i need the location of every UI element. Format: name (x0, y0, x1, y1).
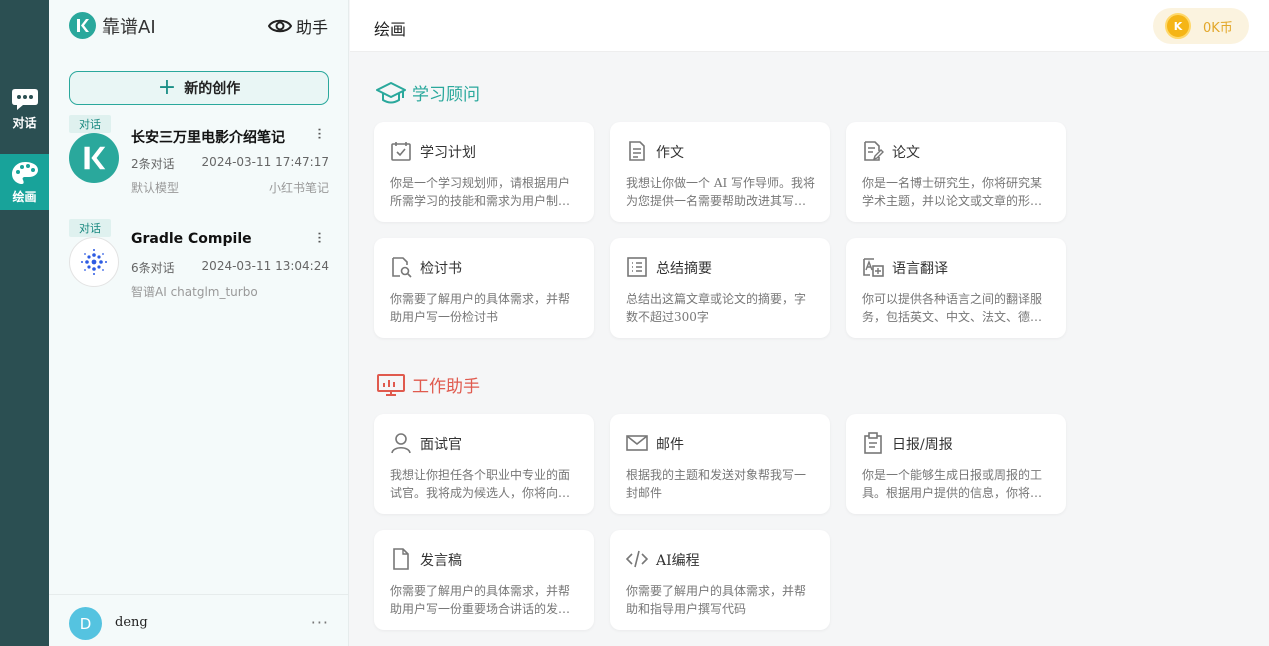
card-title: AI编程 (656, 553, 700, 569)
rail-item-painting[interactable]: 绘画 (0, 154, 49, 210)
card-speech[interactable]: 发言稿 你需要了解用户的具体需求，并帮助用户写一份重要场合讲话的发言稿 (374, 530, 594, 630)
code-icon (626, 550, 648, 568)
coin-balance[interactable]: K 0K币 (1153, 8, 1249, 44)
card-email[interactable]: 邮件 根据我的主题和发送对象帮我写一封邮件 (610, 414, 830, 514)
document-edit-icon (864, 141, 884, 161)
card-title: 总结摘要 (656, 261, 712, 277)
card-ai-coding[interactable]: AI编程 你需要了解用户的具体需求，并帮助和指导用户撰写代码 (610, 530, 830, 630)
card-description: 你是一个能够生成日报或周报的工具。根据用户提供的信息，你将生成报告 (862, 468, 1043, 500)
clipboard-icon (864, 432, 882, 454)
coin-icon: K (1165, 13, 1191, 39)
card-description: 总结出这篇文章或论文的摘要，字数不超过300字 (626, 292, 807, 324)
left-rail: 对话 绘画 (0, 0, 49, 646)
coin-label: 0K币 (1203, 20, 1233, 36)
card-title: 检讨书 (420, 261, 462, 277)
card-title: 发言稿 (420, 553, 462, 569)
conversation-count: 2条对话 (131, 157, 175, 171)
graduation-cap-icon (376, 81, 406, 103)
user-bar: D deng ··· (49, 594, 349, 646)
assistant-toggle[interactable]: 助手 (267, 14, 328, 38)
section-title: 工作助手 (412, 377, 480, 397)
new-creation-button[interactable]: + 新的创作 (69, 71, 329, 105)
conversation-avatar (69, 133, 119, 183)
conversation-item[interactable]: 对话 长安三万里电影介绍笔记 ··· 2条对话 2024-03-11 17:47… (69, 115, 329, 205)
more-horizontal-icon[interactable]: ··· (311, 613, 329, 632)
card-description: 你是一名博士研究生，你将研究某学术主题，并以论文或文章的形式呈现 (862, 176, 1043, 208)
card-interviewer[interactable]: 面试官 我想让你担任各个职业中专业的面试官。我将成为候选人，你将向我提问 (374, 414, 594, 514)
translate-icon (863, 258, 884, 277)
card-thesis[interactable]: 论文 你是一名博士研究生，你将研究某学术主题，并以论文或文章的形式呈现 (846, 122, 1066, 222)
rail-item-chat[interactable]: 对话 (0, 80, 49, 136)
logo-text: 靠谱AI (102, 16, 156, 38)
card-study-plan[interactable]: 学习计划 你是一个学习规划师，请根据用户所需学习的技能和需求为用户制定学习计划 (374, 122, 594, 222)
plus-icon: + (157, 75, 177, 100)
conversation-time: 2024-03-11 17:47:17 (201, 155, 329, 169)
card-title: 论文 (892, 145, 920, 161)
chat-bubble-icon (11, 88, 38, 110)
card-essay[interactable]: 作文 我想让你做一个 AI 写作导师。我将为您提供一名需要帮助改进其写作的学生 (610, 122, 830, 222)
sidebar: 靠谱AI 助手 + 新的创作 对话 长安三万里电影介绍笔记 ··· 2条对话 2… (49, 0, 349, 646)
card-description: 你需要了解用户的具体需求，并帮助用户写一份检讨书 (390, 292, 571, 324)
zhipu-logo-icon (81, 249, 107, 275)
card-self-criticism[interactable]: 检讨书 你需要了解用户的具体需求，并帮助用户写一份检讨书 (374, 238, 594, 338)
card-title: 面试官 (420, 437, 462, 453)
document-icon (629, 141, 645, 161)
conversation-avatar (69, 237, 119, 287)
card-title: 邮件 (656, 437, 684, 453)
assistant-label: 助手 (295, 18, 328, 37)
app-logo: 靠谱AI (69, 12, 156, 39)
new-creation-label: 新的创作 (184, 81, 241, 97)
document-search-icon (392, 257, 412, 278)
user-name: deng (115, 615, 148, 630)
section-header-work: 工作助手 (376, 372, 480, 397)
section-title: 学习顾问 (412, 85, 480, 105)
card-description: 你需要了解用户的具体需求，并帮助和指导用户撰写代码 (626, 584, 807, 616)
conversation-item[interactable]: 对话 Gradle Compile ··· 6条对话 2024-03-11 13… (69, 219, 329, 309)
card-summary[interactable]: 总结摘要 总结出这篇文章或论文的摘要，字数不超过300字 (610, 238, 830, 338)
card-translation[interactable]: 语言翻译 你可以提供各种语言之间的翻译服务，包括英文、中文、法文、德文等 (846, 238, 1066, 338)
rail-item-label: 绘画 (12, 189, 37, 204)
card-description: 你可以提供各种语言之间的翻译服务，包括英文、中文、法文、德文等 (862, 292, 1043, 324)
conversation-tag: 对话 (69, 219, 111, 237)
card-description: 根据我的主题和发送对象帮我写一封邮件 (626, 468, 807, 500)
card-description: 我想让你担任各个职业中专业的面试官。我将成为候选人，你将向我提问 (390, 468, 571, 500)
more-vertical-icon[interactable]: ··· (310, 231, 329, 243)
mail-icon (626, 435, 648, 451)
user-avatar[interactable]: D (69, 607, 102, 640)
rail-item-label: 对话 (12, 115, 37, 130)
conversation-title: Gradle Compile (131, 231, 252, 247)
card-report[interactable]: 日报/周报 你是一个能够生成日报或周报的工具。根据用户提供的信息，你将生成报告 (846, 414, 1066, 514)
conversation-count: 6条对话 (131, 261, 175, 275)
card-description: 你是一个学习规划师，请根据用户所需学习的技能和需求为用户制定学习计划 (390, 176, 571, 208)
calendar-check-icon (391, 142, 411, 161)
card-description: 我想让你做一个 AI 写作导师。我将为您提供一名需要帮助改进其写作的学生 (626, 176, 816, 208)
person-icon (391, 433, 411, 454)
card-description: 你需要了解用户的具体需求，并帮助用户写一份重要场合讲话的发言稿 (390, 584, 571, 616)
list-icon (627, 257, 647, 277)
card-title: 语言翻译 (892, 261, 948, 277)
section-header-study: 学习顾问 (376, 80, 480, 105)
conversation-time: 2024-03-11 13:04:24 (201, 259, 329, 273)
card-title: 作文 (656, 145, 684, 161)
conversation-source: 小红书笔记 (268, 181, 329, 195)
conversation-model: 默认模型 (131, 181, 180, 195)
conversation-title: 长安三万里电影介绍笔记 (131, 130, 285, 146)
conversation-model: 智谱AI chatglm_turbo (131, 285, 258, 299)
palette-icon (11, 161, 38, 184)
card-title: 学习计划 (420, 145, 476, 161)
file-icon (393, 548, 409, 570)
card-title: 日报/周报 (892, 437, 953, 453)
logo-icon (69, 12, 96, 39)
page-title: 绘画 (374, 20, 407, 39)
eye-icon (267, 19, 292, 33)
presentation-icon (377, 373, 405, 396)
conversation-tag: 对话 (69, 115, 111, 133)
more-vertical-icon[interactable]: ··· (310, 127, 329, 139)
top-bar: 绘画 K 0K币 (350, 0, 1269, 52)
